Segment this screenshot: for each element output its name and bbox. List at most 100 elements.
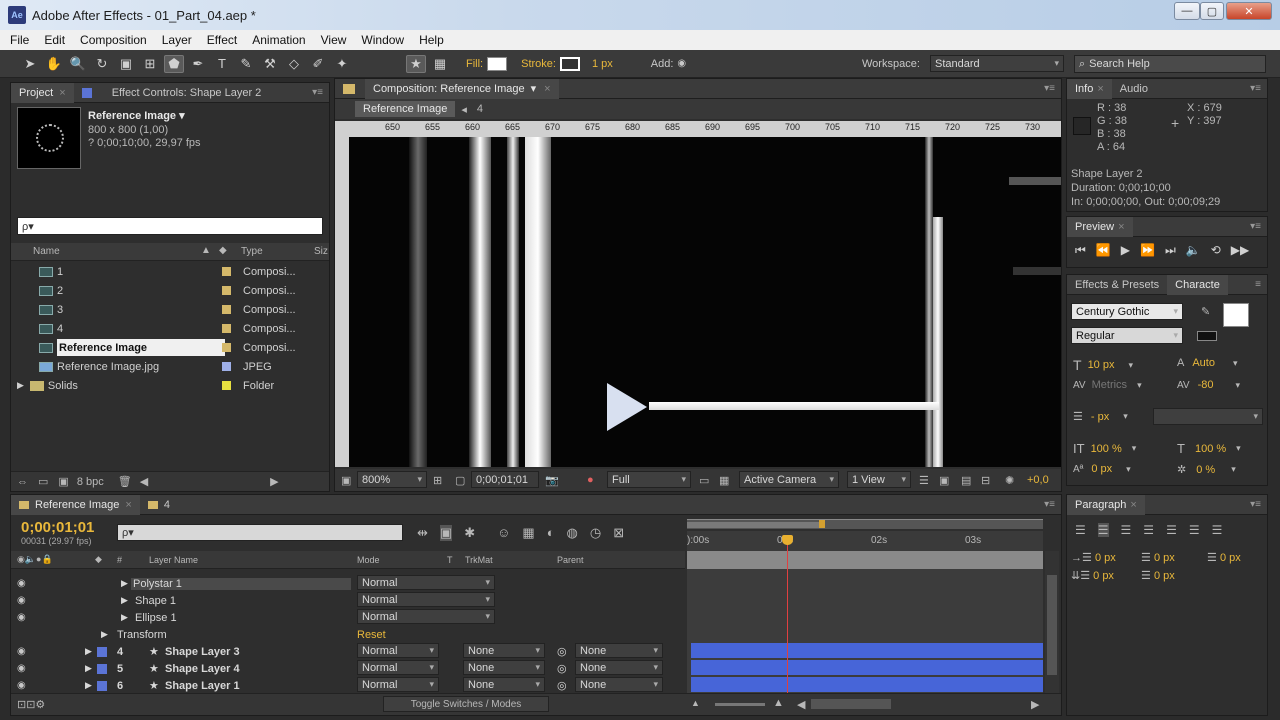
fill-swatch[interactable] bbox=[487, 56, 508, 71]
interpret-footage-icon[interactable]: ⇔ bbox=[17, 476, 28, 488]
eye-icon[interactable]: ◉ bbox=[17, 578, 26, 589]
selected-item-name[interactable]: Reference Image ▾ bbox=[88, 109, 185, 122]
timeline-timecode[interactable]: 0;00;01;01 bbox=[21, 519, 94, 536]
font-size-value[interactable]: 10 px bbox=[1088, 359, 1115, 371]
tracking-value[interactable]: -80 bbox=[1198, 379, 1214, 391]
ram-preview-icon[interactable]: ▶▶ bbox=[1231, 243, 1249, 258]
tab-effect-controls[interactable]: Effect Controls: Shape Layer 2 bbox=[74, 83, 270, 103]
toggle-pixel-aspect-icon[interactable]: ☰ bbox=[919, 474, 929, 487]
new-folder-icon[interactable]: ▭ bbox=[38, 475, 48, 488]
eye-icon[interactable]: ◉ bbox=[17, 595, 26, 606]
trkmat-dropdown[interactable]: None bbox=[463, 677, 545, 692]
menu-help[interactable]: Help bbox=[419, 33, 444, 47]
stroke-width-value[interactable]: 1 px bbox=[592, 58, 613, 70]
exposure-value[interactable]: +0,0 bbox=[1027, 474, 1049, 486]
crumb-4[interactable]: 4 bbox=[477, 103, 483, 115]
label-color[interactable] bbox=[97, 646, 107, 657]
font-style-dropdown[interactable]: Regular bbox=[1071, 327, 1183, 344]
panel-menu-icon[interactable]: ▾≡ bbox=[1250, 499, 1261, 510]
mode-dropdown[interactable]: Normal bbox=[357, 592, 495, 607]
trkmat-dropdown[interactable]: None bbox=[463, 660, 545, 675]
leading-value[interactable]: Auto bbox=[1192, 357, 1215, 369]
live-update-icon[interactable]: ▣ bbox=[439, 525, 453, 541]
expand-arrow-icon[interactable]: ▶ bbox=[101, 629, 108, 640]
list-item-selected[interactable]: Reference Image Composi... bbox=[11, 338, 317, 357]
panel-menu-icon[interactable]: ≡ bbox=[1255, 279, 1261, 290]
layer-bar[interactable] bbox=[691, 660, 1043, 675]
shape-name[interactable]: Shape 1 bbox=[135, 595, 176, 607]
stroke-swatch[interactable] bbox=[559, 56, 580, 71]
menu-composition[interactable]: Composition bbox=[80, 33, 147, 47]
magnification-dropdown[interactable]: 800% bbox=[357, 471, 427, 488]
eyedropper-icon[interactable]: ✎ bbox=[1201, 305, 1210, 318]
table-row[interactable]: ◉ ▶ Shape 1 Normal bbox=[11, 592, 683, 609]
table-row[interactable]: ◉ ▶ Polystar 1 Normal bbox=[11, 575, 683, 592]
reset-exposure-icon[interactable]: ✺ bbox=[1005, 474, 1014, 487]
fill-label[interactable]: Fill: bbox=[466, 58, 483, 70]
col-name[interactable]: Name bbox=[33, 246, 60, 257]
panel-menu-icon[interactable]: ▾≡ bbox=[1250, 221, 1261, 232]
prev-frame-icon[interactable]: ⏪ bbox=[1096, 243, 1111, 258]
list-item[interactable]: ▶ Solids Folder bbox=[11, 376, 317, 395]
parent-dropdown[interactable]: None bbox=[575, 660, 663, 675]
graph-editor-icon[interactable]: ⊠ bbox=[613, 525, 624, 541]
comp-mini-flowchart-icon[interactable]: ⇹ bbox=[417, 525, 428, 541]
brainstorm-icon[interactable]: ◍ bbox=[567, 525, 578, 541]
play-icon[interactable]: ▶ bbox=[1121, 243, 1130, 258]
pick-whip-icon[interactable]: ◎ bbox=[557, 662, 567, 675]
hand-tool-icon[interactable]: ✋ bbox=[44, 55, 64, 73]
channel-icon[interactable]: ● bbox=[587, 474, 594, 486]
eraser-tool-icon[interactable]: ◇ bbox=[284, 55, 304, 73]
timeline-search-input[interactable]: ρ▾ bbox=[117, 524, 403, 541]
rotate-tool-icon[interactable]: ↻ bbox=[92, 55, 112, 73]
add-label[interactable]: Add: bbox=[651, 58, 674, 70]
views-dropdown[interactable]: 1 View bbox=[847, 471, 911, 488]
col-hash[interactable]: # bbox=[117, 555, 122, 565]
transparency-grid-icon[interactable]: ▦ bbox=[719, 474, 729, 487]
black-swatch[interactable] bbox=[1197, 331, 1217, 341]
tab-effects-presets[interactable]: Effects & Presets bbox=[1067, 275, 1167, 295]
tab-info[interactable]: Info × bbox=[1067, 78, 1112, 99]
align-center-icon[interactable]: ☰ bbox=[1097, 523, 1109, 537]
workspace-dropdown[interactable]: Standard bbox=[930, 55, 1064, 72]
indent-right-value[interactable]: 0 px bbox=[1154, 552, 1175, 564]
mask-toggle-icon[interactable]: ▦ bbox=[430, 55, 450, 73]
menu-window[interactable]: Window bbox=[361, 33, 404, 47]
list-item[interactable]: 4 Composi... bbox=[11, 319, 317, 338]
list-item[interactable]: Reference Image.jpg JPEG bbox=[11, 357, 317, 376]
expand-arrow-icon[interactable]: ▶ bbox=[85, 646, 92, 657]
scroll-right-icon[interactable]: ▶ bbox=[1031, 698, 1039, 711]
transform-name[interactable]: Transform bbox=[117, 629, 167, 641]
menu-effect[interactable]: Effect bbox=[207, 33, 237, 47]
tab-preview[interactable]: Preview × bbox=[1067, 216, 1133, 237]
layer-row[interactable]: ◉ ▶ 5 ★ Shape Layer 4 Normal None ◎ None bbox=[11, 660, 683, 677]
scroll-left-icon[interactable]: ◀ bbox=[140, 475, 148, 488]
tab-audio[interactable]: Audio bbox=[1112, 79, 1156, 99]
maximize-button[interactable]: ▢ bbox=[1200, 2, 1224, 20]
layer-name[interactable]: Shape Layer 4 bbox=[165, 663, 240, 675]
pick-whip-icon[interactable]: ◎ bbox=[557, 645, 567, 658]
brush-tool-icon[interactable]: ✎ bbox=[236, 55, 256, 73]
table-row[interactable]: ◉ ▶ Ellipse 1 Normal bbox=[11, 609, 683, 626]
kerning-value[interactable]: Metrics bbox=[1092, 379, 1127, 391]
panel-menu-icon[interactable]: ▾≡ bbox=[1250, 83, 1261, 94]
col-size[interactable]: Siz bbox=[314, 246, 328, 257]
stroke-style-dropdown[interactable] bbox=[1153, 408, 1263, 425]
eye-icon[interactable]: ◉ bbox=[17, 612, 26, 623]
menu-animation[interactable]: Animation bbox=[252, 33, 305, 47]
work-area-bar[interactable] bbox=[687, 519, 1043, 529]
list-item[interactable]: 1 Composi... bbox=[11, 262, 317, 281]
loop-icon[interactable]: ⟲ bbox=[1211, 243, 1221, 258]
playhead-handle[interactable] bbox=[782, 535, 793, 545]
first-line-value[interactable]: 0 px bbox=[1220, 552, 1241, 564]
new-composition-icon[interactable]: ▣ bbox=[58, 475, 68, 488]
parent-dropdown[interactable]: None bbox=[575, 677, 663, 692]
parent-dropdown[interactable]: None bbox=[575, 643, 663, 658]
vertical-scale-value[interactable]: 100 % bbox=[1091, 443, 1122, 455]
col-layer-name[interactable]: Layer Name bbox=[149, 555, 198, 565]
tsume-value[interactable]: 0 % bbox=[1196, 464, 1215, 476]
stroke-label[interactable]: Stroke: bbox=[521, 58, 556, 70]
fill-color-swatch[interactable] bbox=[1223, 303, 1249, 327]
layer-bar[interactable] bbox=[691, 643, 1043, 658]
timeline-icon[interactable]: ▤ bbox=[961, 474, 971, 487]
